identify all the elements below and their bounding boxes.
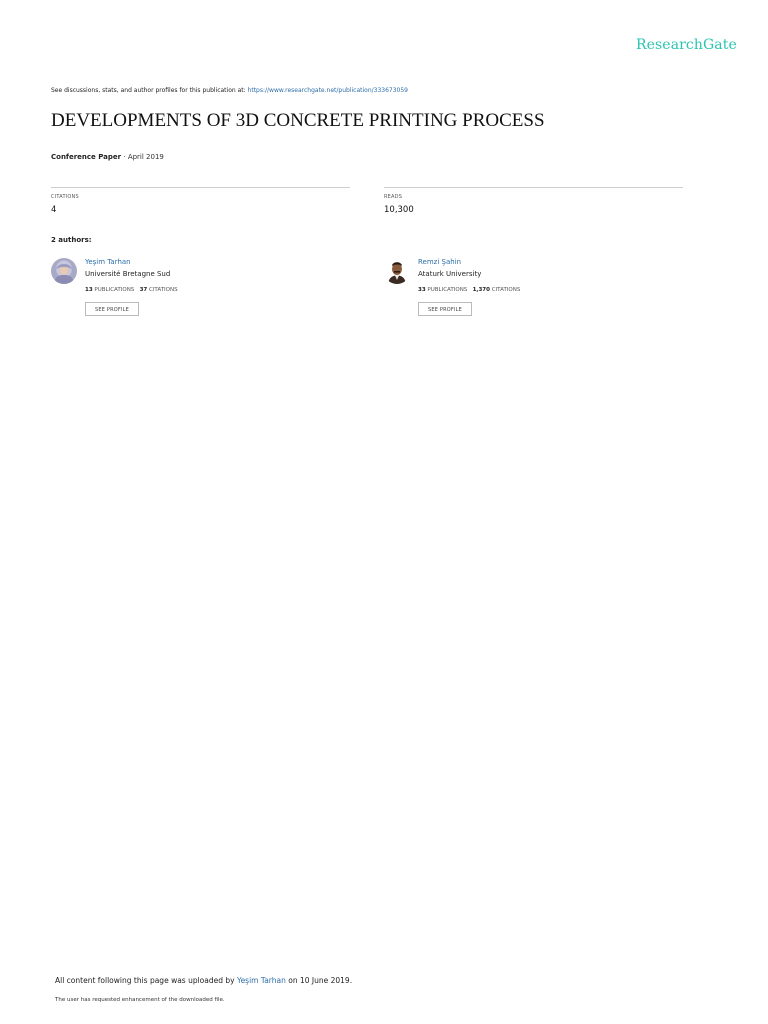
author-institution: Université Bretagne Sud — [85, 270, 171, 278]
publications-label: PUBLICATIONS — [425, 287, 468, 293]
researchgate-logo[interactable]: ResearchGate — [636, 37, 737, 53]
author-stats: 13 PUBLICATIONS 37 CITATIONS — [85, 287, 178, 293]
citations-divider — [51, 187, 350, 188]
avatar[interactable] — [384, 258, 410, 284]
citations-label: CITATIONS — [51, 194, 79, 200]
publications-count: 13 — [85, 287, 93, 293]
author-name-link[interactable]: Yeşim Tarhan — [85, 258, 131, 266]
publication-meta: Conference Paper · April 2019 — [51, 153, 164, 161]
see-discussions-text: See discussions, stats, and author profi… — [51, 87, 248, 94]
publications-count: 33 — [418, 287, 426, 293]
author-citations-label: CITATIONS — [489, 287, 521, 293]
meta-separator: · — [121, 153, 128, 161]
author-citations-label: CITATIONS — [147, 287, 178, 293]
publication-url-link[interactable]: https://www.researchgate.net/publication… — [248, 87, 408, 94]
publications-label: PUBLICATIONS — [92, 287, 135, 293]
see-profile-button[interactable]: SEE PROFILE — [85, 302, 139, 316]
enhancement-note: The user has requested enhancement of th… — [55, 997, 225, 1003]
author-photo-icon — [51, 258, 77, 284]
see-profile-button[interactable]: SEE PROFILE — [418, 302, 472, 316]
publication-date: April 2019 — [127, 153, 164, 161]
uploaded-suffix: on 10 June 2019. — [285, 976, 353, 985]
author-stats: 33 PUBLICATIONS 1,370 CITATIONS — [418, 287, 520, 293]
author-photo-icon — [384, 258, 410, 284]
uploaded-by-line: All content following this page was uplo… — [55, 976, 352, 985]
author-citations-count: 1,370 — [472, 287, 490, 293]
publication-type: Conference Paper — [51, 153, 122, 161]
reads-label: READS — [384, 194, 403, 200]
citations-count: 4 — [51, 205, 57, 215]
author-name-link[interactable]: Remzi Şahin — [418, 258, 461, 266]
author-institution: Ataturk University — [418, 270, 482, 278]
page-title: DEVELOPMENTS OF 3D CONCRETE PRINTING PRO… — [51, 110, 545, 131]
reads-count: 10,300 — [384, 205, 414, 215]
uploader-link[interactable]: Yeşim Tarhan — [237, 976, 286, 985]
avatar[interactable] — [51, 258, 77, 284]
reads-divider — [384, 187, 683, 188]
authors-count-label: 2 authors: — [51, 236, 92, 244]
see-discussions-line: See discussions, stats, and author profi… — [51, 87, 408, 94]
uploaded-prefix: All content following this page was uplo… — [55, 976, 237, 985]
